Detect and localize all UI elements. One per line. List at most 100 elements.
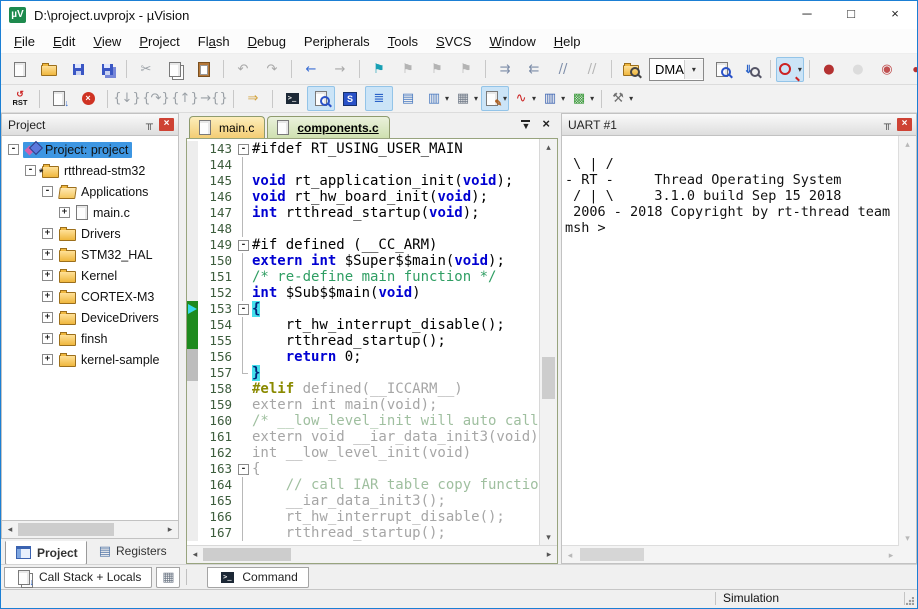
code-line[interactable]: 160/* __low_level_init will auto called [187, 413, 539, 429]
comment-selection-button[interactable]: // [549, 57, 577, 82]
expand-icon[interactable]: + [42, 291, 53, 302]
scroll-thumb[interactable] [542, 357, 555, 399]
analysis-windows-button[interactable]: ▤ [394, 86, 422, 111]
dropdown-caret-icon[interactable]: ▾ [474, 94, 478, 103]
run-to-cursor-button[interactable]: →{} [200, 86, 228, 111]
coverage-margin[interactable] [187, 333, 198, 349]
tree-item-finsh[interactable]: +finsh [2, 328, 178, 349]
code-line[interactable]: 144 [187, 157, 539, 173]
pin-icon[interactable]: ╥ [143, 119, 156, 130]
step-out-button[interactable]: {↑} [171, 86, 199, 111]
scroll-up-icon[interactable]: ▴ [546, 139, 551, 155]
search-combo-value[interactable]: DMA [650, 62, 684, 77]
uart-vscrollbar[interactable]: ▴ ▾ [898, 136, 916, 546]
collapse-icon[interactable]: - [8, 144, 19, 155]
coverage-margin[interactable] [187, 493, 198, 509]
tree-item-stm32-hal[interactable]: +STM32_HAL [2, 244, 178, 265]
resize-grip-icon[interactable] [906, 597, 914, 605]
tab-project[interactable]: Project [5, 541, 87, 565]
scroll-left-icon[interactable]: ◂ [562, 547, 578, 563]
code-line[interactable]: 147int rtthread_startup(void); [187, 205, 539, 221]
unindent-button[interactable]: ⇇ [520, 57, 548, 82]
coverage-margin[interactable] [187, 253, 198, 269]
code-line[interactable]: 146void rt_hw_board_init(void); [187, 189, 539, 205]
menu-project[interactable]: Project [130, 31, 188, 52]
maximize-button[interactable]: □ [829, 1, 873, 29]
scroll-left-icon[interactable]: ◂ [187, 549, 203, 560]
logic-analyzer-button[interactable]: ∿▾ [510, 86, 538, 111]
insert-bookmark-button[interactable]: ⚑ [365, 57, 393, 82]
code-line[interactable]: 151/* re-define main function */ [187, 269, 539, 285]
tab-registers[interactable]: ▤ Registers [90, 541, 176, 562]
uart-hscrollbar[interactable]: ◂ ▸ [562, 545, 899, 563]
code-line[interactable]: 164 // call IAR table copy function. [187, 477, 539, 493]
paste-button[interactable] [190, 57, 218, 82]
find-next-button[interactable]: ▾ [776, 57, 804, 82]
debug-settings-button[interactable]: ⚒▾ [607, 86, 635, 111]
menu-tools[interactable]: Tools [379, 31, 427, 52]
expand-icon[interactable]: + [42, 333, 53, 344]
coverage-margin[interactable] [187, 461, 198, 477]
code-line[interactable]: 156 return 0; [187, 349, 539, 365]
code-line[interactable]: 145void rt_application_init(void); [187, 173, 539, 189]
memory-window-button[interactable]: ▦ [156, 567, 180, 588]
coverage-margin[interactable] [187, 349, 198, 365]
redo-button[interactable]: ↷ [258, 57, 286, 82]
enable-disable-breakpoint-button[interactable]: ● [844, 57, 872, 82]
menu-debug[interactable]: Debug [239, 31, 295, 52]
dropdown-caret-icon[interactable]: ▾ [445, 94, 449, 103]
step-over-button[interactable]: {↷} [142, 86, 170, 111]
cut-button[interactable]: ✂ [132, 57, 160, 82]
goto-prev-bookmark-button[interactable]: ⚑ [423, 57, 451, 82]
coverage-margin[interactable] [187, 269, 198, 285]
tree-item-main-c[interactable]: +main.c [2, 202, 178, 223]
scroll-right-icon[interactable]: ▸ [541, 549, 557, 560]
code-line[interactable]: 163-{ [187, 461, 539, 477]
dropdown-caret-icon[interactable]: ▾ [561, 94, 565, 103]
run-to-line-button[interactable]: ↓ [45, 86, 73, 111]
pin-icon[interactable]: ╥ [881, 119, 894, 130]
code-line[interactable]: 166 rt_hw_interrupt_disable(); [187, 509, 539, 525]
coverage-margin[interactable] [187, 397, 198, 413]
stop-run-button[interactable]: × [74, 86, 102, 111]
dropdown-caret-icon[interactable]: ▾ [590, 94, 594, 103]
code-line[interactable]: 167 rtthread_startup(); [187, 525, 539, 541]
vertical-splitter[interactable] [179, 113, 186, 564]
dropdown-caret-icon[interactable]: ▾ [798, 65, 802, 74]
tab-command[interactable]: >_ Command [207, 567, 308, 588]
kill-all-breakpoints-button[interactable]: ●× [902, 57, 918, 82]
dropdown-caret-icon[interactable]: ▾ [629, 94, 633, 103]
menu-svcs[interactable]: SVCS [427, 31, 480, 52]
tree-item-cortex-m3[interactable]: +CORTEX-M3 [2, 286, 178, 307]
search-combo[interactable]: DMA▾ [649, 58, 704, 81]
menu-file[interactable]: File [5, 31, 44, 52]
tree-item-devicedrivers[interactable]: +DeviceDrivers [2, 307, 178, 328]
serial-windows-button[interactable]: ≣ [365, 86, 393, 111]
close-icon[interactable]: × [159, 118, 174, 131]
coverage-margin[interactable] [187, 285, 198, 301]
reset-cpu-button[interactable]: ↺RST [6, 86, 34, 111]
lookup-word-button[interactable] [708, 57, 736, 82]
editor-vscrollbar[interactable]: ▴ ▾ [539, 139, 557, 545]
expand-icon[interactable]: + [42, 270, 53, 281]
scroll-thumb[interactable] [580, 548, 644, 561]
scroll-right-icon[interactable]: ▸ [883, 547, 899, 563]
code-line[interactable]: 148 [187, 221, 539, 237]
find-in-files-button[interactable] [617, 57, 645, 82]
goto-next-bookmark-button[interactable]: ⚑ [394, 57, 422, 82]
coverage-margin[interactable] [187, 205, 198, 221]
command-window-button[interactable]: >_ [278, 86, 306, 111]
watch-windows-button[interactable]: ✎▾ [481, 86, 509, 111]
trace-windows-button[interactable]: ▥▾ [423, 86, 451, 111]
menu-view[interactable]: View [84, 31, 130, 52]
tree-item-drivers[interactable]: +Drivers [2, 223, 178, 244]
menu-flash[interactable]: Flash [189, 31, 239, 52]
save-all-button[interactable] [93, 57, 121, 82]
close-document-icon[interactable]: × [542, 119, 550, 129]
indent-button[interactable]: ⇉ [491, 57, 519, 82]
collapse-icon[interactable]: - [25, 165, 36, 176]
coverage-margin[interactable] [187, 445, 198, 461]
code-line[interactable]: 149-#if defined (__CC_ARM) [187, 237, 539, 253]
dropdown-caret-icon[interactable]: ▾ [503, 94, 507, 103]
copy-button[interactable] [161, 57, 189, 82]
